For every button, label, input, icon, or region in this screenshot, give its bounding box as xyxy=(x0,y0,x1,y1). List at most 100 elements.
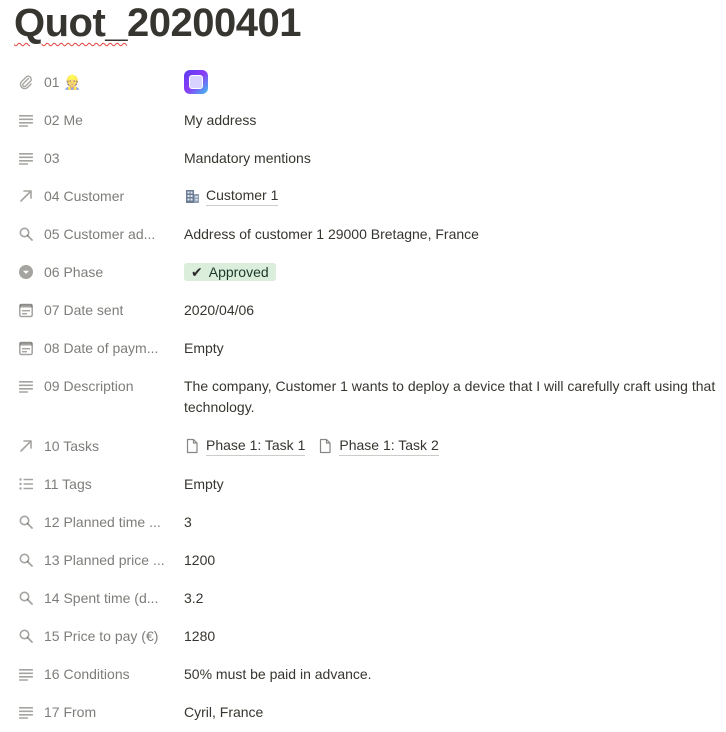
property-value-06[interactable]: ✔ Approved xyxy=(184,253,726,291)
property-row-14: 14 Spent time (d... 3.2 xyxy=(0,579,726,617)
property-key-08[interactable]: 08 Date of paym... xyxy=(0,329,184,367)
page-icon xyxy=(317,438,333,454)
property-row-07: 07 Date sent 2020/04/06 xyxy=(0,291,726,329)
construction-worker-emoji: 👷 xyxy=(63,73,82,90)
property-value-16[interactable]: 50% must be paid in advance. xyxy=(184,655,726,693)
property-row-09: 09 Description The company, Customer 1 w… xyxy=(0,367,726,427)
property-value-14[interactable]: 3.2 xyxy=(184,579,726,617)
status-badge-label: Approved xyxy=(208,264,269,280)
property-label: 01 xyxy=(44,74,60,90)
property-label: 17 From xyxy=(44,704,97,720)
search-icon xyxy=(18,514,34,530)
properties-list: 01 👷 02 Me My address 03 Mandatory menti… xyxy=(0,63,726,731)
app-logo-icon xyxy=(184,70,208,94)
list-icon xyxy=(18,476,34,492)
property-key-15[interactable]: 15 Price to pay (€) xyxy=(0,617,184,655)
calendar-icon xyxy=(18,302,34,318)
property-label: 12 Planned time ... xyxy=(44,514,161,530)
property-row-17: 17 From Cyril, France xyxy=(0,693,726,731)
property-row-12: 12 Planned time ... 3 xyxy=(0,503,726,541)
property-value-01[interactable] xyxy=(184,63,726,101)
property-value-05[interactable]: Address of customer 1 29000 Bretagne, Fr… xyxy=(184,215,726,253)
paperclip-icon xyxy=(18,74,34,90)
relation-arrow-icon xyxy=(18,438,34,454)
task-link: Phase 1: Task 1 xyxy=(206,436,306,456)
property-label: 04 Customer xyxy=(44,188,125,204)
check-mark-icon: ✔ xyxy=(191,263,203,280)
property-value-11[interactable]: Empty xyxy=(184,465,726,503)
property-key-01[interactable]: 01 👷 xyxy=(0,63,184,101)
property-row-02: 02 Me My address xyxy=(0,101,726,139)
property-label: 13 Planned price ... xyxy=(44,552,165,568)
property-row-11: 11 Tags Empty xyxy=(0,465,726,503)
property-key-13[interactable]: 13 Planned price ... xyxy=(0,541,184,579)
property-key-05[interactable]: 05 Customer ad... xyxy=(0,215,184,253)
property-row-01: 01 👷 xyxy=(0,63,726,101)
search-icon xyxy=(18,628,34,644)
property-label: 16 Conditions xyxy=(44,666,130,682)
property-value-08[interactable]: Empty xyxy=(184,329,726,367)
property-key-04[interactable]: 04 Customer xyxy=(0,177,184,215)
property-key-14[interactable]: 14 Spent time (d... xyxy=(0,579,184,617)
property-label: 07 Date sent xyxy=(44,302,124,318)
text-icon xyxy=(18,666,34,682)
property-label: 14 Spent time (d... xyxy=(44,590,159,606)
property-value-07[interactable]: 2020/04/06 xyxy=(184,291,726,329)
text-icon xyxy=(18,150,34,166)
property-row-10: 10 Tasks Phase 1: Task 1 Phase 1: Task 2 xyxy=(0,427,726,465)
text-icon xyxy=(18,378,34,394)
property-value-10: Phase 1: Task 1 Phase 1: Task 2 xyxy=(184,427,726,465)
property-label: 10 Tasks xyxy=(44,438,99,454)
relation-arrow-icon xyxy=(18,188,34,204)
calendar-icon xyxy=(18,340,34,356)
text-icon xyxy=(18,704,34,720)
property-value-12[interactable]: 3 xyxy=(184,503,726,541)
page-title-date: 20200401 xyxy=(127,1,302,45)
property-key-11[interactable]: 11 Tags xyxy=(0,465,184,503)
page-title[interactable]: Quot_20200401 xyxy=(14,0,302,46)
task-relation-2[interactable]: Phase 1: Task 2 xyxy=(317,436,439,456)
property-key-02[interactable]: 02 Me xyxy=(0,101,184,139)
property-value-15[interactable]: 1280 xyxy=(184,617,726,655)
property-key-09[interactable]: 09 Description xyxy=(0,367,184,405)
building-icon xyxy=(184,188,200,204)
property-value-04[interactable]: Customer 1 xyxy=(184,177,726,215)
property-row-03: 03 Mandatory mentions xyxy=(0,139,726,177)
property-row-13: 13 Planned price ... 1200 xyxy=(0,541,726,579)
property-value-02[interactable]: My address xyxy=(184,101,726,139)
search-icon xyxy=(18,590,34,606)
property-key-16[interactable]: 16 Conditions xyxy=(0,655,184,693)
task-link: Phase 1: Task 2 xyxy=(339,436,439,456)
property-key-17[interactable]: 17 From xyxy=(0,693,184,731)
search-icon xyxy=(18,552,34,568)
property-key-06[interactable]: 06 Phase xyxy=(0,253,184,291)
property-value-13[interactable]: 1200 xyxy=(184,541,726,579)
property-label: 05 Customer ad... xyxy=(44,226,156,242)
property-key-10[interactable]: 10 Tasks xyxy=(0,427,184,465)
property-label: 15 Price to pay (€) xyxy=(44,628,159,644)
property-value-09[interactable]: The company, Customer 1 wants to deploy … xyxy=(184,367,726,427)
property-row-06: 06 Phase ✔ Approved xyxy=(0,253,726,291)
property-value-17[interactable]: Cyril, France xyxy=(184,693,726,731)
status-badge-approved[interactable]: ✔ Approved xyxy=(184,263,276,281)
property-label: 11 Tags xyxy=(44,476,92,492)
property-key-12[interactable]: 12 Planned time ... xyxy=(0,503,184,541)
property-label: 08 Date of paym... xyxy=(44,340,159,356)
property-label: 09 Description xyxy=(44,378,134,394)
property-row-08: 08 Date of paym... Empty xyxy=(0,329,726,367)
quote-page: Quot_20200401 01 👷 02 Me My address 03 M… xyxy=(0,0,726,732)
page-icon xyxy=(184,438,200,454)
property-key-03[interactable]: 03 xyxy=(0,139,184,177)
task-relation-1[interactable]: Phase 1: Task 1 xyxy=(184,436,306,456)
customer-link[interactable]: Customer 1 xyxy=(206,186,279,206)
page-title-prefix: Quot_ xyxy=(14,1,128,45)
property-row-16: 16 Conditions 50% must be paid in advanc… xyxy=(0,655,726,693)
property-label: 06 Phase xyxy=(44,264,104,280)
property-value-03[interactable]: Mandatory mentions xyxy=(184,139,726,177)
select-circle-icon xyxy=(18,264,34,280)
property-row-15: 15 Price to pay (€) 1280 xyxy=(0,617,726,655)
property-label: 02 Me xyxy=(44,112,83,128)
text-icon xyxy=(18,112,34,128)
property-key-07[interactable]: 07 Date sent xyxy=(0,291,184,329)
property-label: 03 xyxy=(44,150,60,166)
